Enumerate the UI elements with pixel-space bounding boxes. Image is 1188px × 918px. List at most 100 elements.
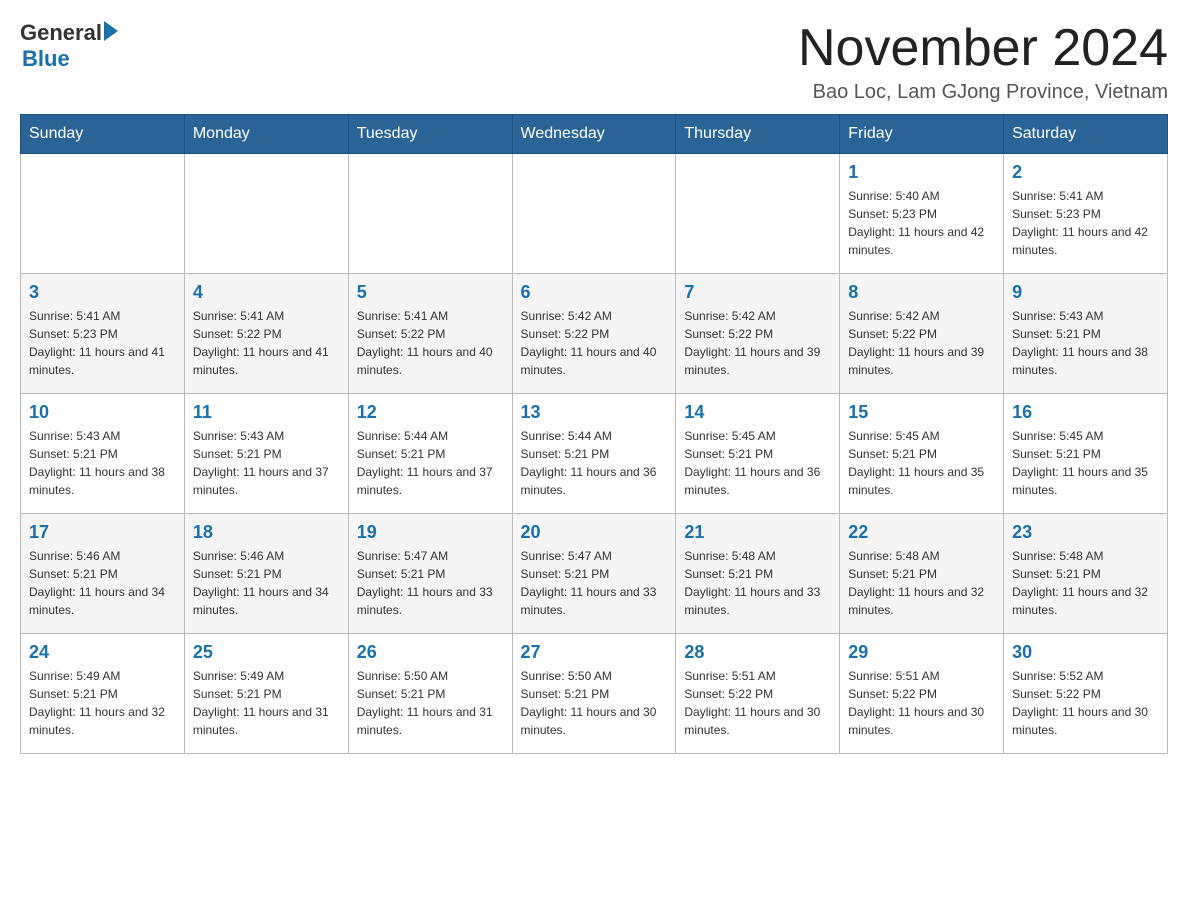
day-info: Sunrise: 5:51 AMSunset: 5:22 PMDaylight:… [848, 667, 995, 739]
table-row [184, 154, 348, 274]
calendar-week-row: 24 Sunrise: 5:49 AMSunset: 5:21 PMDayligh… [21, 634, 1168, 754]
calendar-table: Sunday Monday Tuesday Wednesday Thursday… [20, 114, 1168, 754]
day-number: 14 [684, 402, 831, 423]
table-row: 30Sunrise: 5:52 AMSunset: 5:22 PMDayligh… [1004, 634, 1168, 754]
day-info: Sunrise: 5:41 AMSunset: 5:23 PMDaylight:… [29, 307, 176, 379]
table-row: 29Sunrise: 5:51 AMSunset: 5:22 PMDayligh… [840, 634, 1004, 754]
main-title: November 2024 [798, 20, 1168, 77]
table-row: 22 Sunrise: 5:48 AMSunset: 5:21 PMDayligh… [840, 514, 1004, 634]
table-row: 23 Sunrise: 5:48 AMSunset: 5:21 PMDayligh… [1004, 514, 1168, 634]
day-info: Sunrise: 5:41 AMSunset: 5:23 PMDaylight:… [1012, 187, 1159, 259]
calendar-week-row: 1 Sunrise: 5:40 AMSunset: 5:23 PMDaylight… [21, 154, 1168, 274]
day-number: 8 [848, 282, 995, 303]
day-number: 7 [684, 282, 831, 303]
day-info: Sunrise: 5:48 AMSunset: 5:21 PMDaylight:… [848, 547, 995, 619]
day-info: Sunrise: 5:44 AMSunset: 5:21 PMDaylight:… [521, 427, 668, 499]
table-row: 28 Sunrise: 5:51 AMSunset: 5:22 PMDayligh… [676, 634, 840, 754]
header-wednesday: Wednesday [512, 115, 676, 154]
day-info: Sunrise: 5:46 AMSunset: 5:21 PMDaylight:… [29, 547, 176, 619]
logo-text-blue: Blue [22, 46, 118, 72]
day-number: 6 [521, 282, 668, 303]
table-row: 5Sunrise: 5:41 AMSunset: 5:22 PMDaylight… [348, 274, 512, 394]
day-info: Sunrise: 5:46 AMSunset: 5:21 PMDaylight:… [193, 547, 340, 619]
day-number: 16 [1012, 402, 1159, 423]
day-number: 1 [848, 162, 995, 183]
header-thursday: Thursday [676, 115, 840, 154]
table-row: 1 Sunrise: 5:40 AMSunset: 5:23 PMDaylight… [840, 154, 1004, 274]
day-number: 18 [193, 522, 340, 543]
table-row: 21 Sunrise: 5:48 AMSunset: 5:21 PMDayligh… [676, 514, 840, 634]
day-info: Sunrise: 5:49 AMSunset: 5:21 PMDaylight:… [29, 667, 176, 739]
table-row: 15 Sunrise: 5:45 AMSunset: 5:21 PMDayligh… [840, 394, 1004, 514]
day-number: 19 [357, 522, 504, 543]
table-row: 9Sunrise: 5:43 AMSunset: 5:21 PMDaylight… [1004, 274, 1168, 394]
logo-triangle-icon [104, 21, 118, 41]
day-info: Sunrise: 5:42 AMSunset: 5:22 PMDaylight:… [521, 307, 668, 379]
table-row: 13 Sunrise: 5:44 AMSunset: 5:21 PMDayligh… [512, 394, 676, 514]
table-row: 14 Sunrise: 5:45 AMSunset: 5:21 PMDayligh… [676, 394, 840, 514]
day-number: 21 [684, 522, 831, 543]
table-row [21, 154, 185, 274]
day-number: 23 [1012, 522, 1159, 543]
day-info: Sunrise: 5:50 AMSunset: 5:21 PMDaylight:… [357, 667, 504, 739]
day-info: Sunrise: 5:45 AMSunset: 5:21 PMDaylight:… [848, 427, 995, 499]
day-info: Sunrise: 5:45 AMSunset: 5:21 PMDaylight:… [684, 427, 831, 499]
table-row: 25Sunrise: 5:49 AMSunset: 5:21 PMDayligh… [184, 634, 348, 754]
day-number: 27 [521, 642, 668, 663]
day-info: Sunrise: 5:42 AMSunset: 5:22 PMDaylight:… [848, 307, 995, 379]
day-info: Sunrise: 5:50 AMSunset: 5:21 PMDaylight:… [521, 667, 668, 739]
table-row: 4 Sunrise: 5:41 AMSunset: 5:22 PMDaylight… [184, 274, 348, 394]
day-info: Sunrise: 5:48 AMSunset: 5:21 PMDaylight:… [684, 547, 831, 619]
table-row: 24 Sunrise: 5:49 AMSunset: 5:21 PMDayligh… [21, 634, 185, 754]
table-row: 17 Sunrise: 5:46 AMSunset: 5:21 PMDayligh… [21, 514, 185, 634]
calendar-header-row: Sunday Monday Tuesday Wednesday Thursday… [21, 115, 1168, 154]
day-info: Sunrise: 5:47 AMSunset: 5:21 PMDaylight:… [357, 547, 504, 619]
table-row: 26Sunrise: 5:50 AMSunset: 5:21 PMDayligh… [348, 634, 512, 754]
day-info: Sunrise: 5:51 AMSunset: 5:22 PMDaylight:… [684, 667, 831, 739]
table-row [512, 154, 676, 274]
table-row [348, 154, 512, 274]
table-row: 2 Sunrise: 5:41 AMSunset: 5:23 PMDaylight… [1004, 154, 1168, 274]
day-number: 17 [29, 522, 176, 543]
day-info: Sunrise: 5:42 AMSunset: 5:22 PMDaylight:… [684, 307, 831, 379]
day-number: 24 [29, 642, 176, 663]
day-number: 13 [521, 402, 668, 423]
day-info: Sunrise: 5:41 AMSunset: 5:22 PMDaylight:… [193, 307, 340, 379]
table-row [676, 154, 840, 274]
logo-text-general: General [20, 20, 102, 46]
day-info: Sunrise: 5:43 AMSunset: 5:21 PMDaylight:… [29, 427, 176, 499]
day-number: 4 [193, 282, 340, 303]
day-number: 28 [684, 642, 831, 663]
day-number: 10 [29, 402, 176, 423]
day-info: Sunrise: 5:48 AMSunset: 5:21 PMDaylight:… [1012, 547, 1159, 619]
day-info: Sunrise: 5:40 AMSunset: 5:23 PMDaylight:… [848, 187, 995, 259]
day-number: 2 [1012, 162, 1159, 183]
day-number: 15 [848, 402, 995, 423]
logo: General Blue [20, 20, 118, 72]
table-row: 3Sunrise: 5:41 AMSunset: 5:23 PMDaylight… [21, 274, 185, 394]
table-row: 10 Sunrise: 5:43 AMSunset: 5:21 PMDayligh… [21, 394, 185, 514]
day-number: 22 [848, 522, 995, 543]
table-row: 20Sunrise: 5:47 AMSunset: 5:21 PMDayligh… [512, 514, 676, 634]
day-number: 12 [357, 402, 504, 423]
table-row: 19 Sunrise: 5:47 AMSunset: 5:21 PMDayligh… [348, 514, 512, 634]
day-info: Sunrise: 5:43 AMSunset: 5:21 PMDaylight:… [1012, 307, 1159, 379]
header-saturday: Saturday [1004, 115, 1168, 154]
table-row: 16 Sunrise: 5:45 AMSunset: 5:21 PMDayligh… [1004, 394, 1168, 514]
day-info: Sunrise: 5:43 AMSunset: 5:21 PMDaylight:… [193, 427, 340, 499]
table-row: 6 Sunrise: 5:42 AMSunset: 5:22 PMDaylight… [512, 274, 676, 394]
day-info: Sunrise: 5:45 AMSunset: 5:21 PMDaylight:… [1012, 427, 1159, 499]
day-number: 11 [193, 402, 340, 423]
table-row: 11 Sunrise: 5:43 AMSunset: 5:21 PMDayligh… [184, 394, 348, 514]
table-row: 18 Sunrise: 5:46 AMSunset: 5:21 PMDayligh… [184, 514, 348, 634]
page-header: General Blue November 2024 Bao Loc, Lam … [20, 20, 1168, 104]
calendar-week-row: 10 Sunrise: 5:43 AMSunset: 5:21 PMDayligh… [21, 394, 1168, 514]
table-row: 27 Sunrise: 5:50 AMSunset: 5:21 PMDayligh… [512, 634, 676, 754]
title-area: November 2024 Bao Loc, Lam GJong Provinc… [798, 20, 1168, 104]
day-number: 5 [357, 282, 504, 303]
subtitle: Bao Loc, Lam GJong Province, Vietnam [798, 81, 1168, 104]
day-number: 25 [193, 642, 340, 663]
table-row: 8 Sunrise: 5:42 AMSunset: 5:22 PMDaylight… [840, 274, 1004, 394]
day-number: 20 [521, 522, 668, 543]
calendar-week-row: 3Sunrise: 5:41 AMSunset: 5:23 PMDaylight… [21, 274, 1168, 394]
